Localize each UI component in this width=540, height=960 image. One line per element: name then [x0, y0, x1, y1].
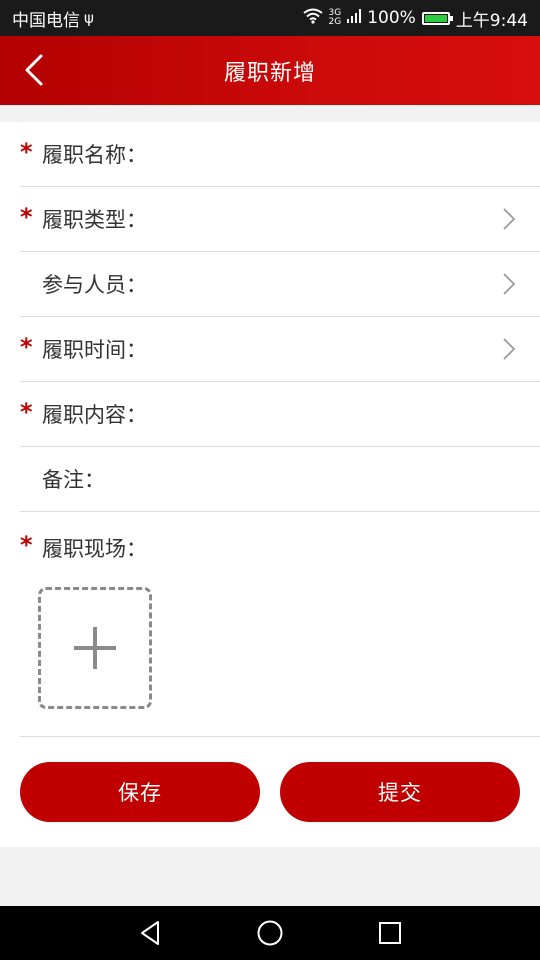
network-type-bottom: 2G [328, 17, 342, 27]
nav-back-button[interactable] [134, 917, 166, 949]
action-buttons: 保存 提交 [20, 762, 520, 822]
chevron-right-icon [503, 273, 516, 295]
field-label: 备注： [42, 468, 105, 492]
field-row-time[interactable]: * 履职时间： [20, 317, 540, 382]
usb-icon: ψ [84, 9, 94, 27]
save-button[interactable]: 保存 [20, 762, 260, 822]
back-button[interactable] [12, 48, 56, 92]
add-photo-button[interactable] [38, 587, 152, 709]
field-row-name[interactable]: * 履职名称： [20, 122, 540, 187]
required-mark: * [20, 203, 33, 231]
field-label: 履职名称： [42, 143, 147, 167]
field-row-content[interactable]: * 履职内容： [20, 382, 540, 447]
nav-home-button[interactable] [254, 917, 286, 949]
signal-icon [347, 8, 362, 28]
carrier-name: 中国电信 [12, 10, 80, 31]
app-header: 履职新增 [0, 36, 540, 105]
required-mark: * [20, 333, 33, 361]
clock: 上午9:44 [455, 10, 528, 31]
navigation-bar [0, 906, 540, 960]
page-title: 履职新增 [223, 60, 316, 86]
status-left: 中国电信 ψ [12, 6, 94, 31]
field-label: 履职类型： [42, 208, 147, 232]
field-row-remarks[interactable]: 备注： [20, 447, 540, 512]
field-label: 参与人员： [42, 273, 147, 297]
chevron-right-icon [503, 208, 516, 230]
field-label: 履职内容： [42, 403, 147, 427]
form-card: * 履职名称： * 履职类型： 参与人员： * 履职时间： * 履职内容： 备注… [0, 122, 540, 847]
battery-fill [424, 14, 447, 22]
photo-label-row: * 履职现场： [20, 515, 540, 580]
field-row-type[interactable]: * 履职类型： [20, 187, 540, 252]
network-type-icon: 3G 2G [329, 9, 342, 27]
plus-icon [74, 627, 116, 669]
required-mark: * [20, 531, 33, 559]
field-row-participants[interactable]: 参与人员： [20, 252, 540, 317]
field-label: 履职现场： [42, 536, 147, 561]
battery-percent: 100% [367, 8, 416, 28]
square-recents-icon [379, 922, 401, 944]
battery-icon [421, 11, 453, 25]
status-right: 3G 2G 100% 上午9:44 [302, 6, 528, 31]
submit-button[interactable]: 提交 [280, 762, 520, 822]
circle-home-icon [257, 920, 283, 946]
chevron-right-icon [503, 338, 516, 360]
wifi-icon [302, 8, 323, 29]
required-mark: * [20, 398, 33, 426]
chevron-left-icon [25, 54, 43, 86]
required-mark: * [20, 138, 33, 166]
status-bar: 中国电信 ψ 3G 2G 100% 上午9:44 [0, 0, 540, 36]
field-label: 履职时间： [42, 338, 147, 362]
photo-section: * 履职现场： [20, 515, 540, 737]
nav-recents-button[interactable] [374, 917, 406, 949]
triangle-back-icon [141, 921, 159, 945]
